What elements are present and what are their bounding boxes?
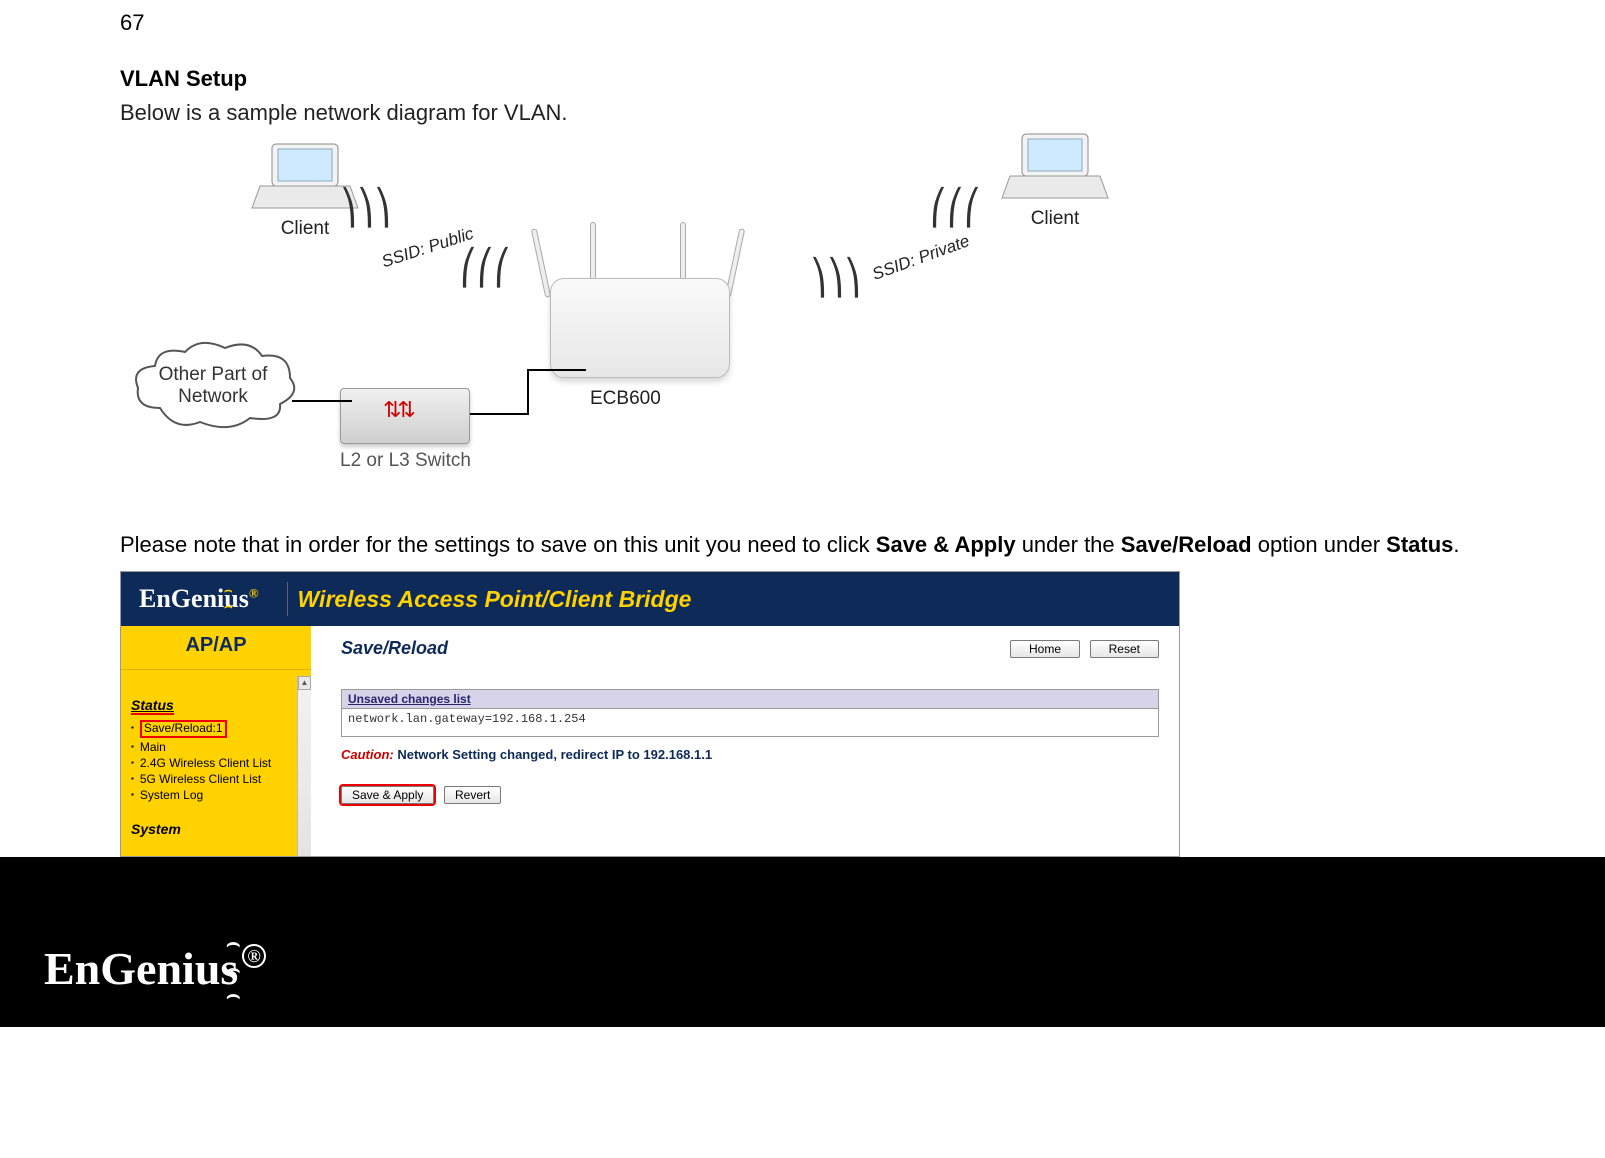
ap-model-label: ECB600 (590, 388, 661, 410)
home-button[interactable]: Home (1010, 640, 1080, 658)
switch-icon: ⇅⇅ L2 or L3 Switch (340, 388, 471, 472)
caution-line: Caution: Network Setting changed, redire… (341, 747, 1159, 762)
wifi-waves-icon: ⎞⎞⎞ (810, 258, 861, 298)
sidebar-5g-client-list[interactable]: 5G Wireless Client List (131, 771, 305, 787)
divider (287, 582, 288, 616)
sidebar-status-head[interactable]: Status (131, 698, 174, 715)
ui-header-title: Wireless Access Point/Client Bridge (298, 586, 692, 613)
wifi-waves-icon: ⎞⎞⎞ (930, 188, 981, 228)
network-cloud-icon: Other Part of Network (130, 338, 300, 438)
sidebar: AP/AP ▲ Status Save/Reload:1 Main 2.4G W… (121, 626, 311, 856)
sidebar-system-log[interactable]: System Log (131, 787, 305, 803)
wifi-waves-icon: ⎞⎞⎞ (340, 188, 391, 228)
client-right-icon: Client (1000, 128, 1110, 230)
cloud-label-line2: Network (178, 386, 248, 407)
wifi-icon: ⌢⌢ (224, 582, 233, 614)
revert-button[interactable]: Revert (444, 786, 501, 804)
content-title: Save/Reload (341, 638, 448, 659)
scrollbar[interactable]: ▲ (297, 676, 311, 856)
page-footer: EnGenius⌢⌢⌢® (0, 857, 1605, 1027)
sidebar-24g-client-list[interactable]: 2.4G Wireless Client List (131, 755, 305, 771)
note-paragraph: Please note that in order for the settin… (120, 528, 1485, 561)
ui-header: EnGenius⌢⌢® Wireless Access Point/Client… (121, 572, 1179, 626)
scroll-up-icon[interactable]: ▲ (298, 676, 311, 690)
cable-icon (292, 400, 352, 402)
sidebar-main[interactable]: Main (131, 739, 305, 755)
intro-text: Below is a sample network diagram for VL… (120, 100, 1485, 126)
wifi-icon: ⌢⌢⌢ (226, 930, 240, 1008)
engenius-logo: EnGenius⌢⌢® (121, 584, 277, 614)
section-title: VLAN Setup (120, 66, 1485, 92)
mode-label: AP/AP (121, 626, 311, 670)
sidebar-save-reload[interactable]: Save/Reload:1 (131, 719, 305, 738)
client-right-label: Client (1000, 208, 1110, 230)
unsaved-changes-body: network.lan.gateway=192.168.1.254 (341, 709, 1159, 737)
admin-ui-screenshot: EnGenius⌢⌢® Wireless Access Point/Client… (120, 571, 1180, 857)
switch-label: L2 or L3 Switch (340, 450, 471, 472)
unsaved-changes-head: Unsaved changes list (341, 689, 1159, 709)
ssid-private-label: SSID: Private (870, 231, 973, 285)
cable-icon (468, 366, 588, 426)
save-apply-button[interactable]: Save & Apply (341, 786, 434, 804)
reset-button[interactable]: Reset (1090, 640, 1159, 658)
footer-engenius-logo: EnGenius⌢⌢⌢® (44, 942, 266, 995)
access-point-icon (510, 278, 770, 378)
sidebar-system-head[interactable]: System (131, 821, 305, 837)
vlan-diagram: Client SSID: Public ⎞⎞⎞ ⎞⎞⎞ Client SSID:… (130, 138, 1475, 508)
wifi-waves-icon: ⎞⎞⎞ (460, 248, 511, 288)
page-number: 67 (120, 10, 1485, 36)
content-area: Save/Reload Home Reset Unsaved changes l… (311, 626, 1179, 856)
cloud-label-line1: Other Part of (159, 364, 268, 385)
